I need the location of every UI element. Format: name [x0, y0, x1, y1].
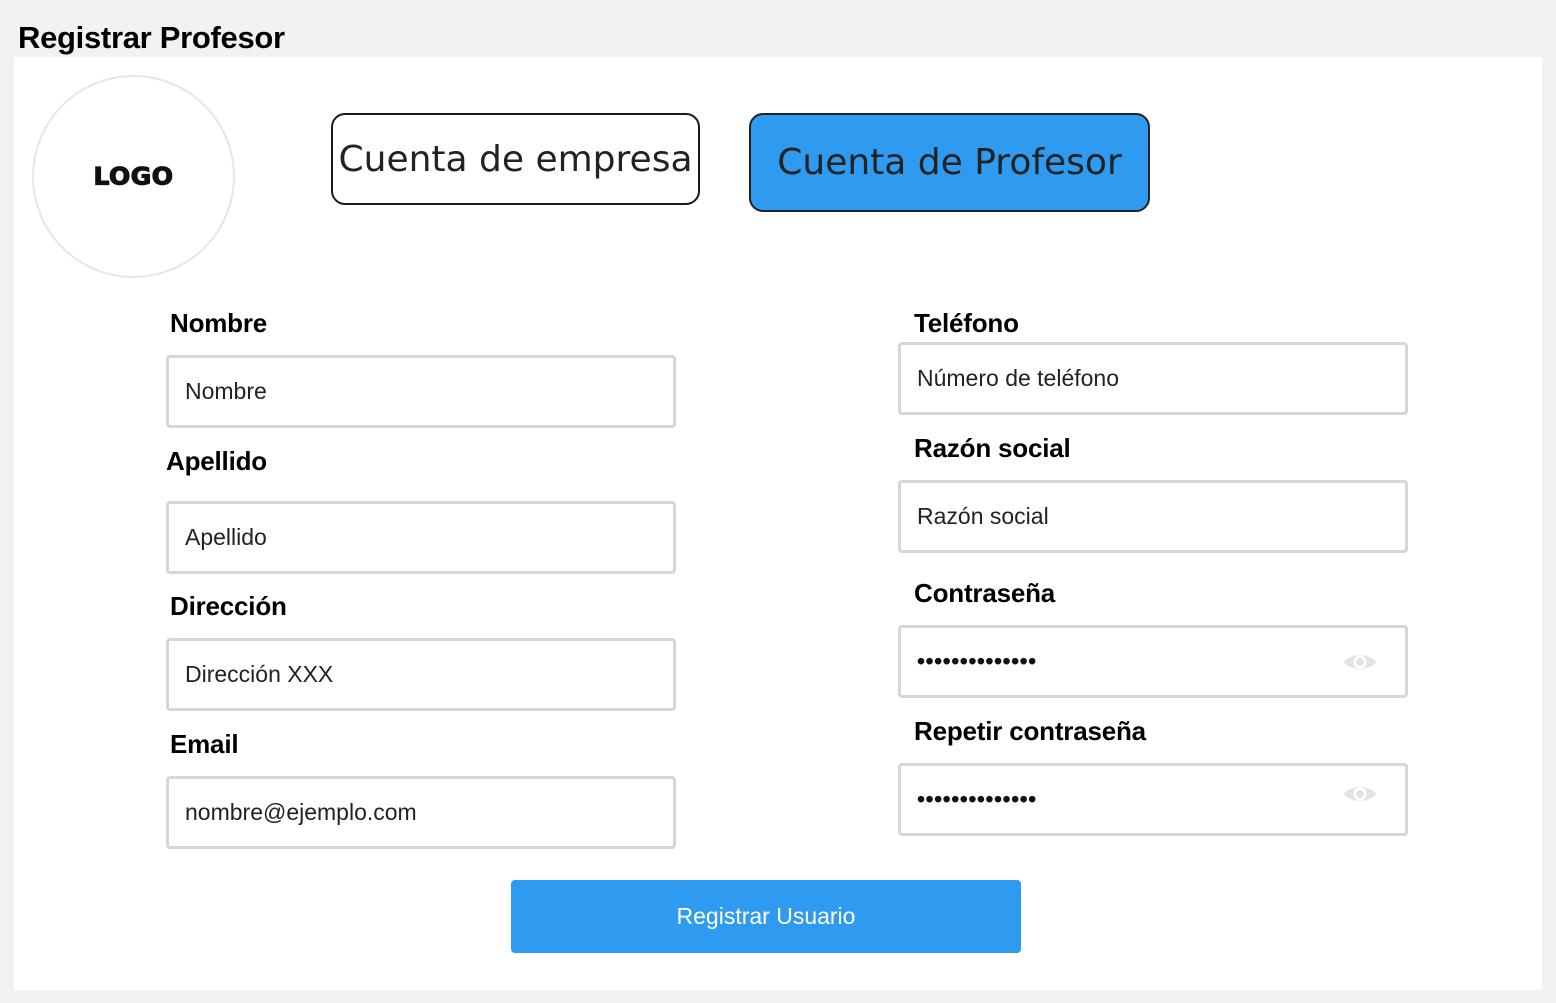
company-account-button[interactable]: Cuenta de empresa: [331, 113, 700, 205]
contrasena-field[interactable]: ••••••••••••••: [898, 625, 1408, 698]
contrasena-value: ••••••••••••••: [917, 648, 1037, 674]
repetir-contrasena-field[interactable]: ••••••••••••••: [898, 763, 1408, 836]
email-value: nombre@ejemplo.com: [185, 799, 417, 825]
direccion-field[interactable]: Dirección XXX: [166, 638, 676, 711]
page-title: Registrar Profesor: [18, 20, 285, 55]
nombre-field[interactable]: Nombre: [166, 355, 676, 428]
telefono-field[interactable]: Número de teléfono: [898, 342, 1408, 415]
repetir-contrasena-label: Repetir contraseña: [914, 716, 1146, 746]
apellido-value: Apellido: [185, 524, 267, 550]
register-user-button[interactable]: Registrar Usuario: [511, 880, 1021, 953]
email-label: Email: [170, 729, 239, 759]
nombre-label: Nombre: [170, 308, 268, 338]
eye-icon[interactable]: [1342, 782, 1378, 806]
logo-text: LOGO: [93, 162, 174, 191]
email-field[interactable]: nombre@ejemplo.com: [166, 776, 676, 849]
direccion-value: Dirección XXX: [185, 661, 334, 687]
nombre-value: Nombre: [185, 378, 267, 404]
contrasena-label: Contraseña: [914, 578, 1056, 608]
apellido-label: Apellido: [166, 446, 267, 476]
razon-social-value: Razón social: [917, 503, 1049, 529]
apellido-field[interactable]: Apellido: [166, 501, 676, 574]
repetir-contrasena-value: ••••••••••••••: [917, 786, 1037, 812]
razon-social-label: Razón social: [914, 433, 1071, 463]
razon-social-field[interactable]: Razón social: [898, 480, 1408, 553]
eye-icon[interactable]: [1342, 650, 1378, 674]
logo: LOGO: [32, 75, 235, 278]
direccion-label: Dirección: [170, 591, 287, 621]
teacher-account-button[interactable]: Cuenta de Profesor: [749, 113, 1150, 212]
telefono-label: Teléfono: [914, 308, 1019, 338]
telefono-value: Número de teléfono: [917, 365, 1120, 391]
